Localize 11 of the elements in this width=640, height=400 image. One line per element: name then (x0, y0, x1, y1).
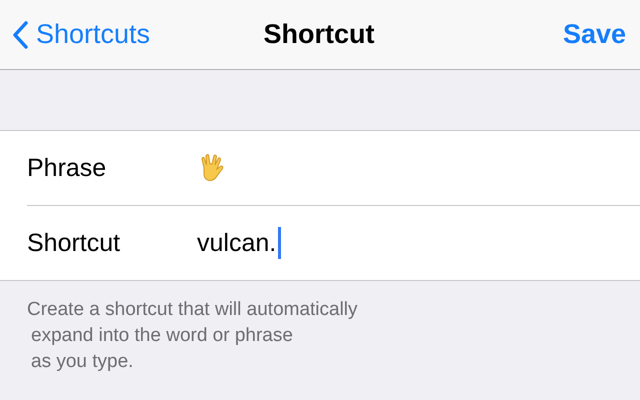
field-label: Phrase (27, 154, 108, 182)
help-text: as you type. (30, 350, 134, 374)
help-text: Create a shortcut that will automatically (27, 298, 359, 322)
screen-title: Shortcut (264, 19, 374, 50)
save-button[interactable]: Save (562, 19, 626, 50)
back-button[interactable]: Shortcuts (12, 19, 150, 50)
help-text: expand into the word or phrase (30, 324, 294, 348)
chevron-left-icon (12, 20, 28, 48)
text-cursor (278, 227, 282, 259)
shortcut-input[interactable]: vulcan. (197, 228, 276, 258)
field-label: Shortcut (27, 228, 122, 258)
